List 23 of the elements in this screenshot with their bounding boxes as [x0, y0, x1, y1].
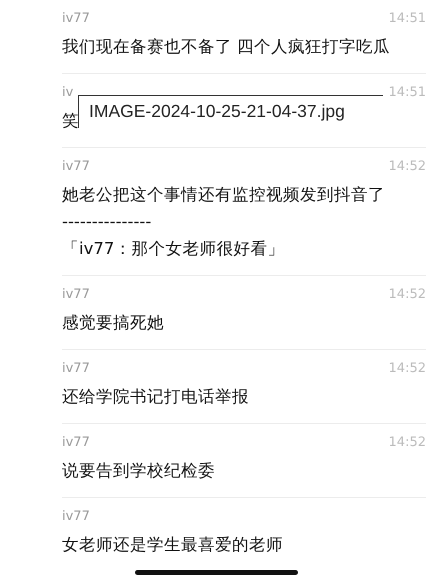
sender-name: iv77 [62, 10, 90, 26]
message-time: 14:52 [388, 434, 426, 450]
sender-name: iv77 [62, 158, 90, 174]
sender-name: iv77 [62, 360, 90, 376]
message-text: --------------- [62, 211, 152, 233]
file-name-tooltip: IMAGE-2024-10-25-21-04-37.jpg [78, 95, 383, 128]
message-time: 14:51 [388, 10, 426, 26]
sender-name: iv77 [62, 508, 90, 524]
sender-name: iv [62, 84, 74, 100]
message-text: 笑 [62, 110, 79, 132]
sender-name: iv77 [62, 286, 90, 302]
sender-name: iv77 [62, 434, 90, 450]
message-text: 说要告到学校纪检委 [62, 460, 215, 482]
message-text: 女老师还是学生最喜爱的老师 [62, 534, 283, 556]
message-text: 她老公把这个事情还有监控视频发到抖音了 [62, 184, 385, 206]
message-time: 14:52 [388, 158, 426, 174]
message-text: 感觉要搞死她 [62, 312, 164, 334]
message-time: 14:52 [388, 286, 426, 302]
message-time: 14:51 [388, 84, 426, 100]
message-text: 还给学院书记打电话举报 [62, 386, 249, 408]
message-time: 14:52 [388, 360, 426, 376]
message-text: 我们现在备赛也不备了 四个人疯狂打字吃瓜 [62, 36, 390, 58]
message-text: 「iv77：那个女老师很好看」 [62, 238, 284, 260]
